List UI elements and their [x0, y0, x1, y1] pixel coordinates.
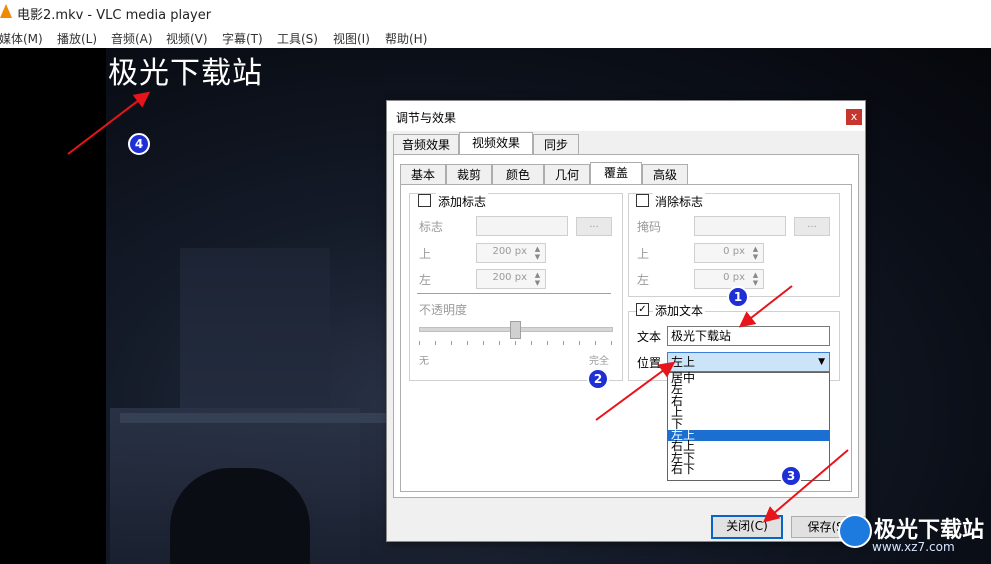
logo-left-unit: px	[514, 272, 527, 283]
mask-file-field[interactable]	[694, 216, 786, 236]
title-bar: 电影2.mkv - VLC media player	[0, 0, 991, 26]
menu-subtitle[interactable]: 字幕(T)	[222, 30, 263, 47]
logo-separator	[417, 293, 611, 294]
subtab-geometry[interactable]: 几何	[544, 164, 590, 185]
logo-file-field[interactable]	[476, 216, 568, 236]
checkmark-icon: ✓	[638, 304, 647, 315]
opacity-tick	[595, 341, 596, 345]
subtab-overlay[interactable]: 覆盖	[590, 162, 642, 185]
opacity-tick	[499, 341, 500, 345]
remove-logo-label: 消除标志	[653, 193, 706, 210]
watermark-logo-icon	[838, 514, 872, 548]
vlc-cone-icon	[0, 4, 12, 18]
mask-top-value: 0	[723, 246, 730, 257]
annotation-badge-2: 2	[587, 368, 609, 390]
menu-audio[interactable]: 音频(A)	[111, 30, 153, 47]
spinner-arrows-icon[interactable]: ▲ ▼	[532, 271, 543, 287]
opacity-label: 不透明度	[419, 303, 468, 317]
logo-left-label: 左	[419, 273, 432, 287]
mask-left-label: 左	[637, 273, 650, 287]
video-mantel-scene	[120, 413, 390, 423]
position-option[interactable]: 左	[668, 383, 829, 395]
opacity-tick	[563, 341, 564, 345]
mask-left-value: 0	[723, 272, 730, 283]
logo-browse-button[interactable]: ...	[576, 217, 612, 236]
add-logo-label: 添加标志	[436, 193, 489, 210]
position-option[interactable]: 上	[668, 406, 829, 418]
mask-top-label: 上	[637, 247, 650, 261]
mask-top-unit: px	[732, 246, 745, 257]
video-fireplace-opening	[170, 468, 310, 564]
mask-top-spinner[interactable]: 0 px ▲ ▼	[694, 243, 764, 263]
add-text-checkbox[interactable]: ✓	[636, 303, 649, 316]
logo-top-unit: px	[514, 246, 527, 257]
annotation-badge-1: 1	[727, 286, 749, 308]
spinner-arrows-icon[interactable]: ▲ ▼	[750, 271, 761, 287]
position-option[interactable]: 右	[668, 395, 829, 407]
opacity-tick	[531, 341, 532, 345]
chevron-down-icon[interactable]: ▼	[818, 353, 825, 371]
subtab-color[interactable]: 颜色	[492, 164, 544, 185]
watermark-url: www.xz7.com	[872, 540, 955, 554]
window-title: 电影2.mkv - VLC media player	[17, 8, 212, 23]
opacity-max-label: 完全	[589, 356, 609, 367]
tab-video-effects[interactable]: 视频效果	[459, 132, 533, 155]
video-chimney-scene	[180, 248, 330, 408]
opacity-slider-thumb[interactable]	[510, 321, 521, 339]
opacity-tick	[579, 341, 580, 345]
video-overlay-text: 极光下载站	[108, 56, 263, 91]
menu-bar: 媒体(M) 播放(L) 音频(A) 视频(V) 字幕(T) 工具(S) 视图(I…	[0, 26, 991, 48]
menu-playback[interactable]: 播放(L)	[57, 30, 97, 47]
subtab-crop[interactable]: 裁剪	[446, 164, 492, 185]
opacity-tick	[467, 341, 468, 345]
close-button[interactable]: 关闭(C)	[711, 515, 783, 539]
opacity-tick	[515, 341, 516, 345]
position-option[interactable]: 居中	[668, 372, 829, 384]
logo-top-value: 200	[492, 246, 512, 257]
position-option[interactable]: 右下	[668, 463, 829, 475]
logo-file-label: 标志	[419, 220, 444, 234]
menu-video[interactable]: 视频(V)	[166, 30, 208, 47]
text-input[interactable]: 极光下载站	[667, 326, 830, 346]
subtab-basic[interactable]: 基本	[400, 164, 446, 185]
menu-media[interactable]: 媒体(M)	[0, 30, 43, 47]
menu-view[interactable]: 视图(I)	[333, 30, 370, 47]
subtab-advanced[interactable]: 高级	[642, 164, 688, 185]
mask-left-spinner[interactable]: 0 px ▲ ▼	[694, 269, 764, 289]
mask-left-unit: px	[732, 272, 745, 283]
position-label: 位置	[637, 356, 662, 370]
annotation-badge-3: 3	[780, 465, 802, 487]
text-label: 文本	[637, 330, 662, 344]
position-selected-value: 左上	[671, 355, 696, 369]
opacity-tick	[435, 341, 436, 345]
menu-help[interactable]: 帮助(H)	[385, 30, 427, 47]
logo-top-label: 上	[419, 247, 432, 261]
opacity-min-label: 无	[419, 356, 429, 367]
opacity-tick	[547, 341, 548, 345]
dialog-title: 调节与效果	[396, 111, 457, 125]
tab-sync[interactable]: 同步	[533, 134, 579, 155]
annotation-badge-4: 4	[128, 133, 150, 155]
remove-logo-checkbox[interactable]	[636, 194, 649, 207]
opacity-tick	[611, 341, 612, 345]
position-select[interactable]: 左上 ▼	[667, 352, 830, 372]
add-text-label: 添加文本	[653, 302, 706, 319]
position-dropdown-list: 居中 左 右 上 下 左上 右上 左下 右下	[667, 372, 830, 481]
mask-browse-button[interactable]: ...	[794, 217, 830, 236]
dialog-title-bar: 调节与效果 x	[387, 101, 865, 131]
tab-audio-effects[interactable]: 音频效果	[393, 134, 459, 155]
menu-tools[interactable]: 工具(S)	[277, 30, 318, 47]
mask-label: 掩码	[637, 220, 662, 234]
logo-left-value: 200	[492, 272, 512, 283]
logo-top-spinner[interactable]: 200 px ▲ ▼	[476, 243, 546, 263]
opacity-tick	[483, 341, 484, 345]
opacity-tick	[419, 341, 420, 345]
dialog-close-icon[interactable]: x	[846, 109, 862, 125]
spinner-arrows-icon[interactable]: ▲ ▼	[532, 245, 543, 261]
add-logo-checkbox[interactable]	[418, 194, 431, 207]
spinner-arrows-icon[interactable]: ▲ ▼	[750, 245, 761, 261]
opacity-tick	[451, 341, 452, 345]
logo-left-spinner[interactable]: 200 px ▲ ▼	[476, 269, 546, 289]
